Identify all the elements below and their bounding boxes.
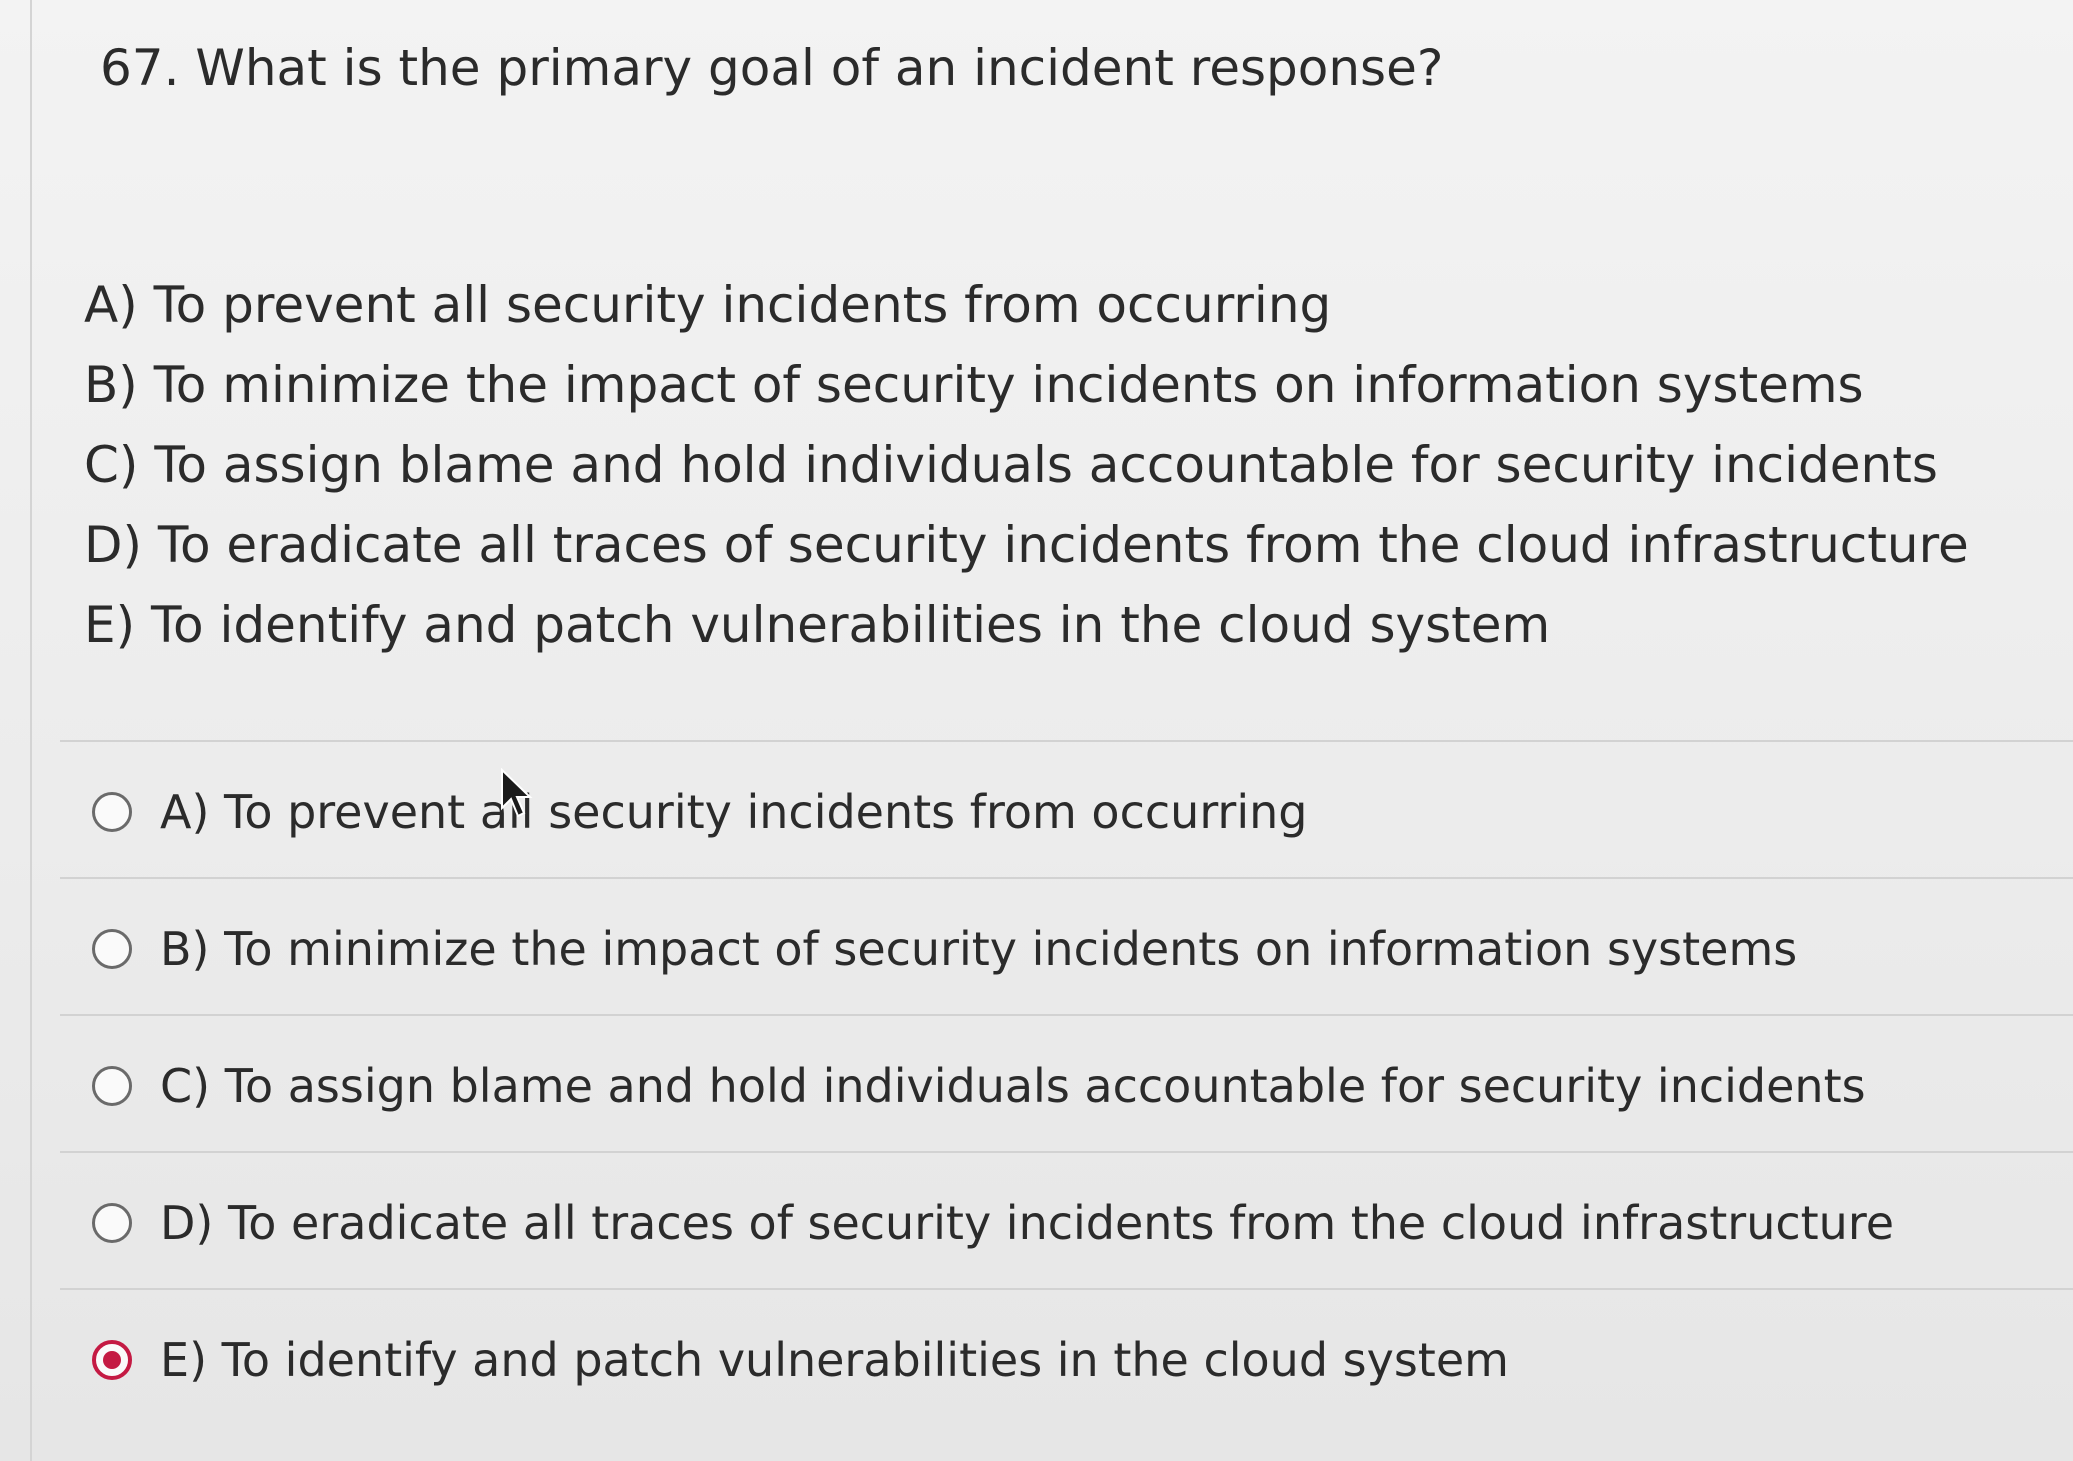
mouse-pointer-icon (501, 768, 533, 818)
question-choices-text: A) To prevent all security incidents fro… (84, 270, 1969, 670)
answer-label-b[interactable]: B) To minimize the impact of security in… (160, 909, 1797, 989)
page-left-border (30, 0, 32, 1461)
answer-option-d[interactable]: D) To eradicate all traces of security i… (60, 1151, 2073, 1288)
choice-text-c: C) To assign blame and hold individuals … (84, 436, 1938, 494)
choice-text-d: D) To eradicate all traces of security i… (84, 516, 1969, 574)
answer-option-c[interactable]: C) To assign blame and hold individuals … (60, 1014, 2073, 1151)
choice-text-a: A) To prevent all security incidents fro… (84, 276, 1332, 334)
question-title: 67. What is the primary goal of an incid… (100, 39, 1444, 97)
choice-text-e: E) To identify and patch vulnerabilities… (84, 596, 1551, 654)
radio-button-b[interactable] (92, 929, 132, 969)
answer-label-e[interactable]: E) To identify and patch vulnerabilities… (160, 1320, 1509, 1400)
answer-options: A) To prevent all security incidents fro… (60, 740, 2073, 1428)
choice-text-b: B) To minimize the impact of security in… (84, 356, 1864, 414)
radio-button-a[interactable] (92, 792, 132, 832)
answer-option-e[interactable]: E) To identify and patch vulnerabilities… (60, 1288, 2073, 1428)
answer-option-b[interactable]: B) To minimize the impact of security in… (60, 877, 2073, 1014)
radio-button-e[interactable] (92, 1340, 132, 1380)
radio-button-d[interactable] (92, 1203, 132, 1243)
answer-option-a[interactable]: A) To prevent all security incidents fro… (60, 740, 2073, 877)
answer-label-c[interactable]: C) To assign blame and hold individuals … (160, 1046, 1866, 1126)
radio-button-c[interactable] (92, 1066, 132, 1106)
answer-label-a[interactable]: A) To prevent all security incidents fro… (160, 772, 1307, 852)
answer-label-d[interactable]: D) To eradicate all traces of security i… (160, 1183, 1894, 1263)
